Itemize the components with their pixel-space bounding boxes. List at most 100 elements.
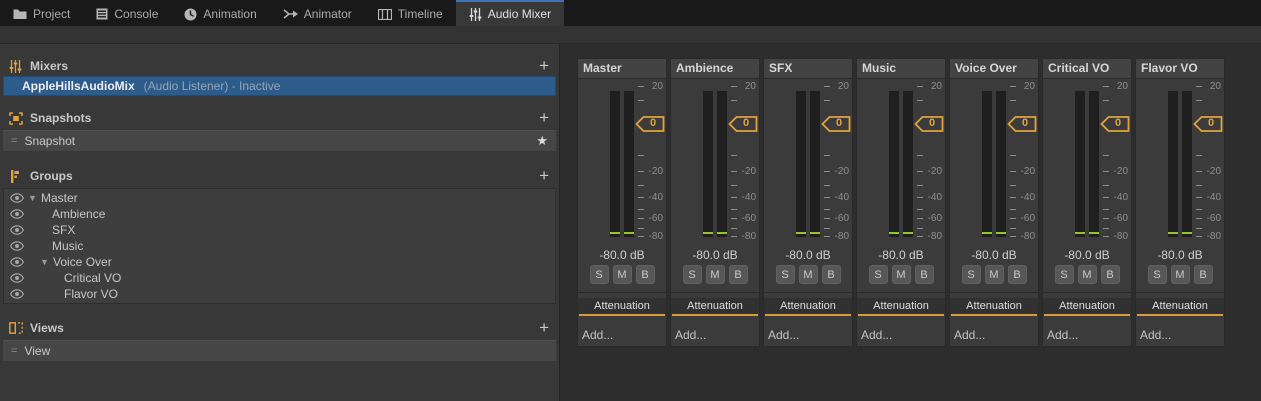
tab-timeline[interactable]: Timeline <box>365 0 456 26</box>
snapshots-section-header: Snapshots + <box>0 108 559 128</box>
effect-slot[interactable]: Attenuation <box>1136 298 1224 316</box>
strip-title[interactable]: Ambience <box>671 59 759 79</box>
mute-button[interactable]: M <box>1171 265 1190 284</box>
drag-handle-icon[interactable]: = <box>11 345 16 357</box>
group-row-master[interactable]: ▼ Master <box>4 190 555 206</box>
groups-section-header: Groups + <box>0 166 559 186</box>
group-row-flavor-vo[interactable]: Flavor VO <box>4 286 555 302</box>
solo-button[interactable]: S <box>590 265 609 284</box>
add-effect-button[interactable]: Add... <box>950 328 1038 346</box>
group-row-voice-over[interactable]: ▼ Voice Over <box>4 254 555 270</box>
mixer-list-item-selected[interactable]: AppleHillsAudioMix (Audio Listener) - In… <box>3 76 556 96</box>
solo-button[interactable]: S <box>776 265 795 284</box>
mute-button[interactable]: M <box>613 265 632 284</box>
bypass-button[interactable]: B <box>636 265 655 284</box>
view-list-item[interactable]: = View <box>3 340 556 361</box>
effect-slot[interactable]: Attenuation <box>1043 298 1131 316</box>
scale-tick <box>1196 100 1202 101</box>
bypass-button[interactable]: B <box>1101 265 1120 284</box>
effect-slot-label: Attenuation <box>1043 298 1131 314</box>
tab-project[interactable]: Project <box>0 0 83 26</box>
volume-fader-handle[interactable]: 0 <box>1100 116 1130 132</box>
add-effect-button[interactable]: Add... <box>1043 328 1131 346</box>
volume-fader-handle[interactable]: 0 <box>635 116 665 132</box>
effect-slot[interactable]: Attenuation <box>578 298 666 316</box>
volume-fader-handle[interactable]: 0 <box>914 116 944 132</box>
add-effect-button[interactable]: Add... <box>764 328 852 346</box>
tab-console[interactable]: Console <box>83 0 171 26</box>
scale-tick <box>824 236 830 237</box>
eye-icon[interactable] <box>10 289 25 299</box>
add-group-button[interactable]: + <box>537 167 551 185</box>
scale-tick-label: -80 <box>1021 231 1035 242</box>
volume-fader-handle[interactable]: 0 <box>1007 116 1037 132</box>
star-icon[interactable]: ★ <box>536 133 548 149</box>
effect-slot[interactable]: Attenuation <box>764 298 852 316</box>
group-row-critical-vo[interactable]: Critical VO <box>4 270 555 286</box>
effect-slot[interactable]: Attenuation <box>950 298 1038 316</box>
meter-level-left <box>889 232 899 234</box>
solo-button[interactable]: S <box>1055 265 1074 284</box>
group-row-sfx[interactable]: SFX <box>4 222 555 238</box>
scale-tick <box>1103 218 1109 219</box>
mute-button[interactable]: M <box>985 265 1004 284</box>
fader-value: 0 <box>829 117 849 129</box>
level-readout: -80.0 dB <box>950 248 1038 262</box>
mute-button[interactable]: M <box>799 265 818 284</box>
tab-animation[interactable]: Animation <box>171 0 269 26</box>
bypass-button[interactable]: B <box>822 265 841 284</box>
mute-button[interactable]: M <box>892 265 911 284</box>
solo-button[interactable]: S <box>683 265 702 284</box>
smb-button-row: SMB <box>950 265 1038 284</box>
bypass-button[interactable]: B <box>1008 265 1027 284</box>
group-row-ambience[interactable]: Ambience <box>4 206 555 222</box>
volume-fader-handle[interactable]: 0 <box>728 116 758 132</box>
strip-title[interactable]: Music <box>857 59 945 79</box>
tab-animator[interactable]: Animator <box>270 0 365 26</box>
add-effect-button[interactable]: Add... <box>671 328 759 346</box>
eye-icon[interactable] <box>10 257 25 267</box>
foldout-triangle[interactable]: ▼ <box>40 254 53 270</box>
bypass-button[interactable]: B <box>729 265 748 284</box>
tab-audio-mixer[interactable]: Audio Mixer <box>456 0 564 26</box>
scale-tick <box>731 197 737 198</box>
solo-button[interactable]: S <box>869 265 888 284</box>
eye-icon[interactable] <box>10 241 25 251</box>
strip-title[interactable]: Critical VO <box>1043 59 1131 79</box>
strip-title[interactable]: Master <box>578 59 666 79</box>
add-snapshot-button[interactable]: + <box>537 109 551 127</box>
smb-button-row: SMB <box>671 265 759 284</box>
volume-fader-handle[interactable]: 0 <box>821 116 851 132</box>
effect-slot-label: Attenuation <box>671 298 759 314</box>
eye-icon[interactable] <box>10 273 25 283</box>
strip-title[interactable]: Flavor VO <box>1136 59 1224 79</box>
add-mixer-button[interactable]: + <box>537 57 551 75</box>
snapshot-label: Snapshot <box>24 134 536 148</box>
fader-value: 0 <box>736 117 756 129</box>
drag-handle-icon[interactable]: = <box>11 135 16 147</box>
add-effect-button[interactable]: Add... <box>857 328 945 346</box>
solo-button[interactable]: S <box>962 265 981 284</box>
effect-slot[interactable]: Attenuation <box>857 298 945 316</box>
foldout-triangle[interactable]: ▼ <box>28 190 41 206</box>
add-effect-button[interactable]: Add... <box>1136 328 1224 346</box>
add-view-button[interactable]: + <box>537 319 551 337</box>
bypass-button[interactable]: B <box>915 265 934 284</box>
mute-button[interactable]: M <box>1078 265 1097 284</box>
eye-icon[interactable] <box>10 193 25 203</box>
bypass-button[interactable]: B <box>1194 265 1213 284</box>
solo-button[interactable]: S <box>1148 265 1167 284</box>
tab-bar: Project Console Animation Animator Timel… <box>0 0 1261 26</box>
strip-title[interactable]: SFX <box>764 59 852 79</box>
console-icon <box>96 8 108 20</box>
snapshot-list-item[interactable]: = Snapshot ★ <box>3 130 556 151</box>
group-row-music[interactable]: Music <box>4 238 555 254</box>
scale-tick <box>1196 228 1202 229</box>
eye-icon[interactable] <box>10 225 25 235</box>
eye-icon[interactable] <box>10 209 25 219</box>
effect-slot[interactable]: Attenuation <box>671 298 759 316</box>
strip-title[interactable]: Voice Over <box>950 59 1038 79</box>
volume-fader-handle[interactable]: 0 <box>1193 116 1223 132</box>
add-effect-button[interactable]: Add... <box>578 328 666 346</box>
mute-button[interactable]: M <box>706 265 725 284</box>
